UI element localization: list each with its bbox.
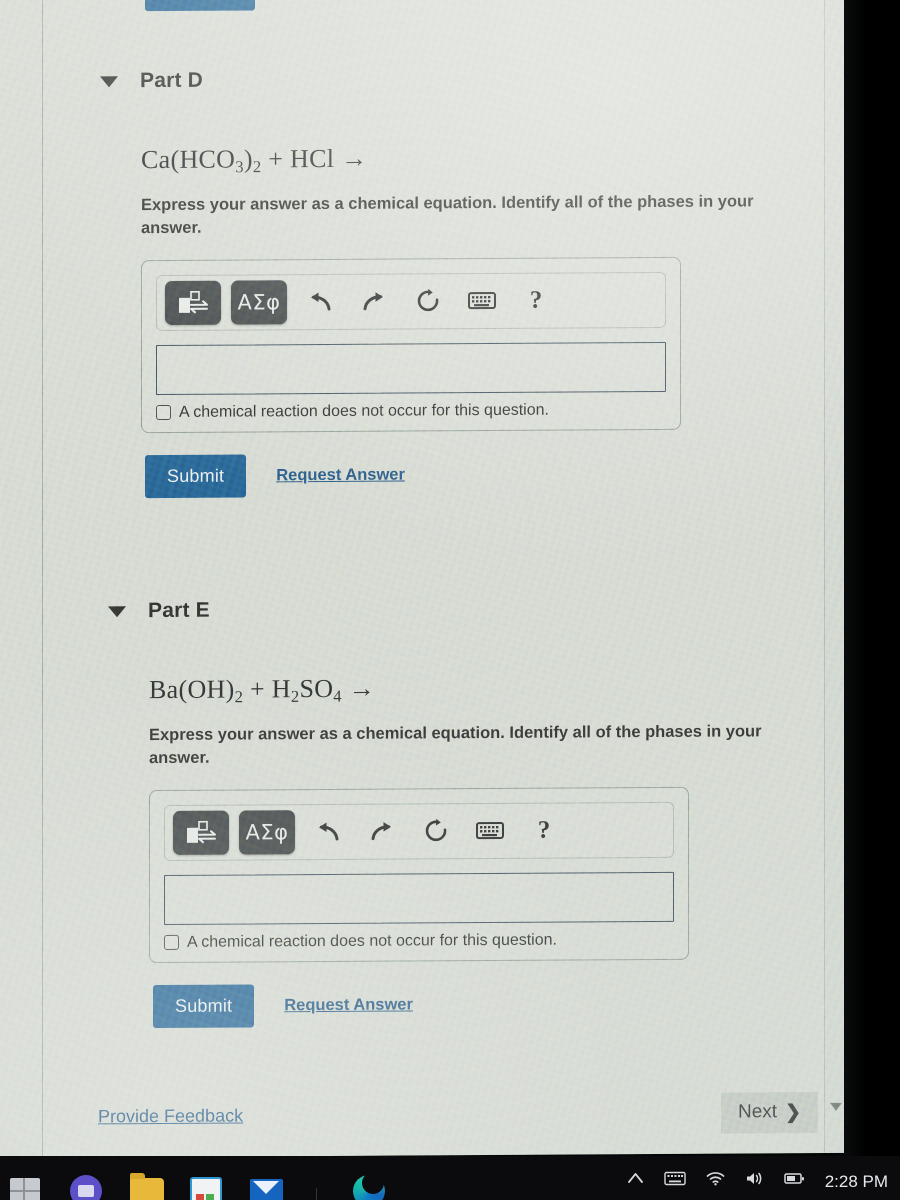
part-e-header[interactable]: Part E (108, 595, 808, 623)
part-d-section: Part D Ca(HCO3)2 + HCl → Express your an… (100, 65, 800, 498)
part-e-no-reaction-checkbox[interactable] (164, 935, 179, 951)
undo-icon[interactable] (297, 281, 343, 323)
greek-symbols-icon[interactable]: ΑΣφ (231, 280, 287, 325)
clock-time: 2:28 PM (824, 1172, 888, 1191)
next-button-label: Next (738, 1101, 778, 1123)
part-d-no-reaction-checkbox[interactable] (156, 405, 171, 421)
chevron-right-icon: ❯ (785, 1101, 801, 1123)
part-d-header[interactable]: Part D (100, 65, 800, 93)
volume-icon[interactable] (745, 1171, 764, 1190)
part-d-submit-row: Submit Request Answer (145, 451, 800, 498)
taskbar-divider (316, 1188, 317, 1200)
part-d-no-reaction-label: A chemical reaction does not occur for t… (179, 401, 549, 421)
undo-icon[interactable] (305, 811, 351, 853)
part-d-request-answer-link[interactable]: Request Answer (276, 465, 405, 485)
redo-icon[interactable] (359, 810, 405, 852)
part-e-toolbar: ΑΣφ ? (164, 801, 674, 861)
taskbar-clock[interactable]: 2:28 PM (825, 1171, 888, 1192)
part-d-answer-input[interactable] (156, 341, 666, 395)
show-hidden-icons-icon[interactable] (627, 1171, 644, 1189)
collapse-caret-icon[interactable] (108, 605, 126, 617)
provide-feedback-link[interactable]: Provide Feedback (98, 1105, 243, 1127)
page-footer: Provide Feedback Next ❯ (42, 1083, 846, 1146)
keyboard-icon[interactable] (467, 810, 513, 852)
part-e-instruction: Express your answer as a chemical equati… (149, 722, 762, 767)
redo-icon[interactable] (351, 280, 397, 322)
part-e-title: Part E (148, 598, 210, 623)
part-d-instruction: Express your answer as a chemical equati… (141, 192, 754, 237)
laptop-screen-photo: Part D Ca(HCO3)2 + HCl → Express your an… (0, 0, 900, 1200)
keyboard-icon[interactable] (459, 280, 505, 322)
next-button[interactable]: Next ❯ (721, 1091, 818, 1134)
page-left-rule (42, 0, 43, 1158)
greek-symbols-icon[interactable]: ΑΣφ (239, 810, 295, 855)
part-e-no-reaction-row[interactable]: A chemical reaction does not occur for t… (164, 931, 674, 952)
help-icon[interactable]: ? (521, 809, 567, 851)
wifi-icon[interactable] (706, 1171, 725, 1190)
part-d-equation: Ca(HCO3)2 + HCl → (141, 143, 368, 177)
system-tray: 2:28 PM (627, 1156, 900, 1192)
taskbar-pinned-apps (0, 1156, 387, 1200)
file-explorer-icon[interactable] (130, 1173, 164, 1200)
part-e-submit-button[interactable]: Submit (153, 984, 255, 1028)
help-icon[interactable]: ? (513, 279, 559, 321)
part-d-toolbar: ΑΣφ ? (156, 271, 666, 331)
part-e-no-reaction-label: A chemical reaction does not occur for t… (187, 931, 557, 951)
browser-page: Part D Ca(HCO3)2 + HCl → Express your an… (0, 0, 846, 1158)
part-d-answer-panel: ΑΣφ ? A chemical reaction does not occur… (141, 256, 681, 433)
part-e-answer-panel: ΑΣφ ? A chemical reaction does not occur… (149, 786, 689, 963)
teams-icon[interactable] (70, 1175, 104, 1200)
mail-icon[interactable] (250, 1175, 284, 1200)
scroll-down-arrow-icon[interactable] (830, 1102, 842, 1111)
microsoft-store-icon[interactable] (190, 1175, 224, 1200)
windows-start-icon[interactable] (10, 1175, 44, 1200)
collapse-caret-icon[interactable] (100, 75, 118, 87)
touch-keyboard-icon[interactable] (663, 1171, 686, 1190)
equation-template-icon[interactable] (165, 280, 221, 325)
part-e-submit-row: Submit Request Answer (153, 981, 808, 1028)
battery-icon[interactable] (783, 1171, 805, 1189)
edge-icon[interactable] (353, 1172, 387, 1200)
part-d-submit-button[interactable]: Submit (145, 454, 247, 498)
reset-icon[interactable] (413, 810, 459, 852)
laptop-bezel-right (844, 0, 900, 1160)
part-e-answer-input[interactable] (164, 871, 674, 925)
part-e-section: Part E Ba(OH)2 + H2SO4 → Express your an… (108, 595, 808, 1028)
part-e-equation: Ba(OH)2 + H2SO4 → (149, 673, 376, 707)
previous-part-submit-button-cutoff[interactable] (145, 0, 255, 12)
part-d-title: Part D (140, 68, 204, 93)
windows-taskbar: 2:28 PM (0, 1156, 900, 1200)
page-scrollbar[interactable] (824, 0, 846, 1153)
part-d-no-reaction-row[interactable]: A chemical reaction does not occur for t… (156, 401, 666, 422)
equation-template-icon[interactable] (173, 810, 229, 855)
part-e-request-answer-link[interactable]: Request Answer (284, 995, 413, 1015)
reset-icon[interactable] (405, 280, 451, 322)
